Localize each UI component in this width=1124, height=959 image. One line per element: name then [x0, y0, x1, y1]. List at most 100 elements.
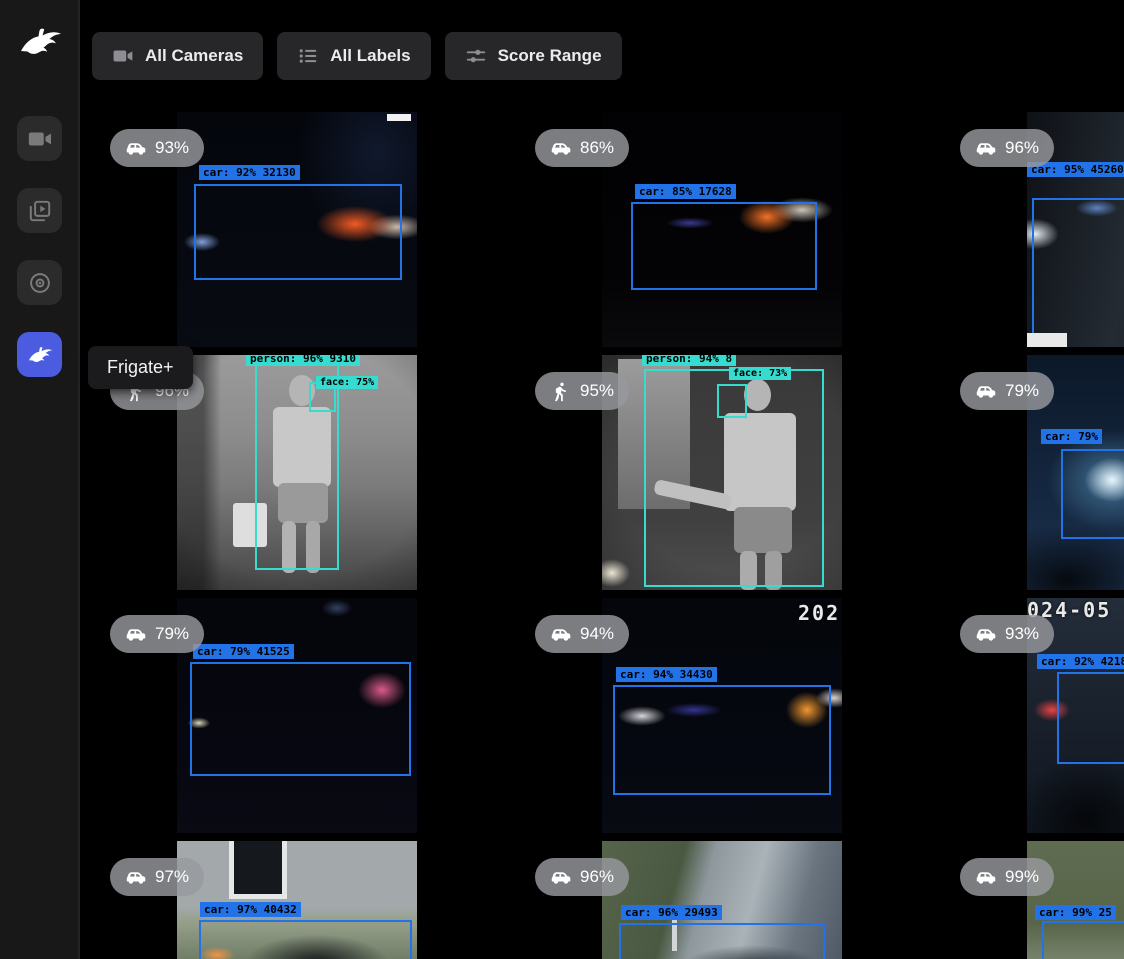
bbox — [194, 184, 402, 280]
bbox-label: car: 92% 32130 — [199, 165, 300, 180]
bbox — [619, 923, 825, 959]
score-text: 96% — [580, 867, 614, 887]
camera-icon — [27, 126, 53, 152]
score-badge: 93% — [960, 615, 1054, 653]
thumbnail-image[interactable]: car: 92% 32130 — [177, 112, 417, 347]
sidebar — [0, 0, 80, 959]
thumbnail-image[interactable]: person: 96% 9310 face: 75% — [177, 355, 417, 590]
thumbnail-image[interactable]: person: 94% 8 face: 73% — [602, 355, 842, 590]
detection-card[interactable]: 86% car: 85% 17628 — [510, 108, 935, 351]
all-cameras-button[interactable]: All Cameras — [92, 32, 263, 80]
score-badge: 96% — [960, 129, 1054, 167]
score-badge: 79% — [960, 372, 1054, 410]
sidebar-item-frigate-plus[interactable] — [17, 332, 62, 377]
bbox-label: car: 85% 17628 — [635, 184, 736, 199]
thumbnail-image[interactable]: car: 97% 40432 — [177, 841, 417, 959]
bbox-label: car: 97% 40432 — [200, 902, 301, 917]
score-badge: 86% — [535, 129, 629, 167]
thumbnail-image[interactable]: 202 car: 94% 34430 — [602, 598, 842, 833]
bbox-label: face: 73% — [729, 367, 791, 380]
car-icon — [125, 624, 146, 645]
detection-card[interactable]: 96% car: 95% 45260 — [935, 108, 1124, 351]
car-icon — [550, 624, 571, 645]
score-range-button[interactable]: Score Range — [445, 32, 622, 80]
bbox-label: car: 79% 41525 — [193, 644, 294, 659]
bbox-label: face: 75% — [316, 376, 378, 389]
score-text: 93% — [1005, 624, 1039, 644]
thumbnail-image[interactable]: car: 96% 29493 — [602, 841, 842, 959]
score-range-label: Score Range — [498, 46, 602, 66]
detection-card[interactable]: 93% 024-05 0 car: 92% 4218 — [935, 594, 1124, 837]
car-icon — [550, 138, 571, 159]
detection-card[interactable]: 79% car: 79% — [935, 351, 1124, 594]
bbox — [1032, 198, 1124, 347]
camera-timestamp: 202 — [798, 601, 840, 625]
score-text: 79% — [155, 624, 189, 644]
detection-card[interactable]: 93% car: 92% 32130 — [85, 108, 510, 351]
bbox — [1061, 449, 1124, 539]
thumbnail-image[interactable]: car: 85% 17628 — [602, 112, 842, 347]
detection-card[interactable]: 97% car: 97% 40432 — [85, 837, 510, 959]
review-icon — [27, 198, 53, 224]
car-icon — [125, 867, 146, 888]
sidebar-item-live[interactable] — [17, 116, 62, 161]
car-icon — [975, 867, 996, 888]
bbox-label: car: 94% 34430 — [616, 667, 717, 682]
filter-toolbar: All Cameras All Labels Score Range — [92, 32, 622, 80]
export-disc-icon — [27, 270, 53, 296]
scene-highlight — [1027, 333, 1067, 347]
detection-card[interactable]: 95% person: 94% 8 face: 73% — [510, 351, 935, 594]
frigate-plus-icon — [26, 341, 54, 369]
frigate-plus-tooltip: Frigate+ — [88, 346, 193, 389]
car-icon — [975, 381, 996, 402]
camera-filter-icon — [112, 45, 134, 67]
all-labels-button[interactable]: All Labels — [277, 32, 430, 80]
score-text: 97% — [155, 867, 189, 887]
bbox — [1057, 672, 1124, 764]
score-text: 99% — [1005, 867, 1039, 887]
thumbnail-image[interactable]: car: 79% 41525 — [177, 598, 417, 833]
bbox — [631, 202, 817, 290]
bbox-label: car: 96% 29493 — [621, 905, 722, 920]
score-text: 79% — [1005, 381, 1039, 401]
sidebar-item-export[interactable] — [17, 260, 62, 305]
score-badge: 97% — [110, 858, 204, 896]
car-icon — [550, 867, 571, 888]
score-badge: 79% — [110, 615, 204, 653]
detection-card[interactable]: 99% car: 99% 25 — [935, 837, 1124, 959]
car-icon — [125, 138, 146, 159]
score-badge: 94% — [535, 615, 629, 653]
bbox-label: car: 99% 25 — [1035, 905, 1116, 920]
score-text: 94% — [580, 624, 614, 644]
labels-filter-icon — [297, 45, 319, 67]
score-badge: 99% — [960, 858, 1054, 896]
frigate-logo-icon[interactable] — [16, 18, 64, 66]
car-icon — [975, 138, 996, 159]
score-badge: 93% — [110, 129, 204, 167]
osd-fragment — [387, 114, 411, 121]
car-icon — [975, 624, 996, 645]
bbox — [199, 920, 412, 959]
bbox — [613, 685, 831, 795]
bbox — [190, 662, 411, 776]
bbox — [717, 384, 747, 418]
detection-card[interactable]: 94% 202 car: 94% 34430 — [510, 594, 935, 837]
score-text: 95% — [580, 381, 614, 401]
score-badge: 95% — [535, 372, 629, 410]
bbox-label: person: 94% 8 — [642, 355, 736, 366]
bbox-label: person: 96% 9310 — [246, 355, 360, 366]
all-labels-label: All Labels — [330, 46, 410, 66]
score-range-icon — [465, 45, 487, 67]
sidebar-item-review[interactable] — [17, 188, 62, 233]
person-icon — [550, 381, 571, 402]
house-door — [229, 841, 287, 899]
all-cameras-label: All Cameras — [145, 46, 243, 66]
score-text: 86% — [580, 138, 614, 158]
bbox — [1042, 921, 1124, 959]
score-text: 96% — [1005, 138, 1039, 158]
detection-card[interactable]: 96% car: 96% 29493 — [510, 837, 935, 959]
bbox-label: car: 92% 4218 — [1037, 654, 1124, 669]
detection-card[interactable]: 79% car: 79% 41525 — [85, 594, 510, 837]
bbox-label: car: 79% — [1041, 429, 1102, 444]
score-badge: 96% — [535, 858, 629, 896]
